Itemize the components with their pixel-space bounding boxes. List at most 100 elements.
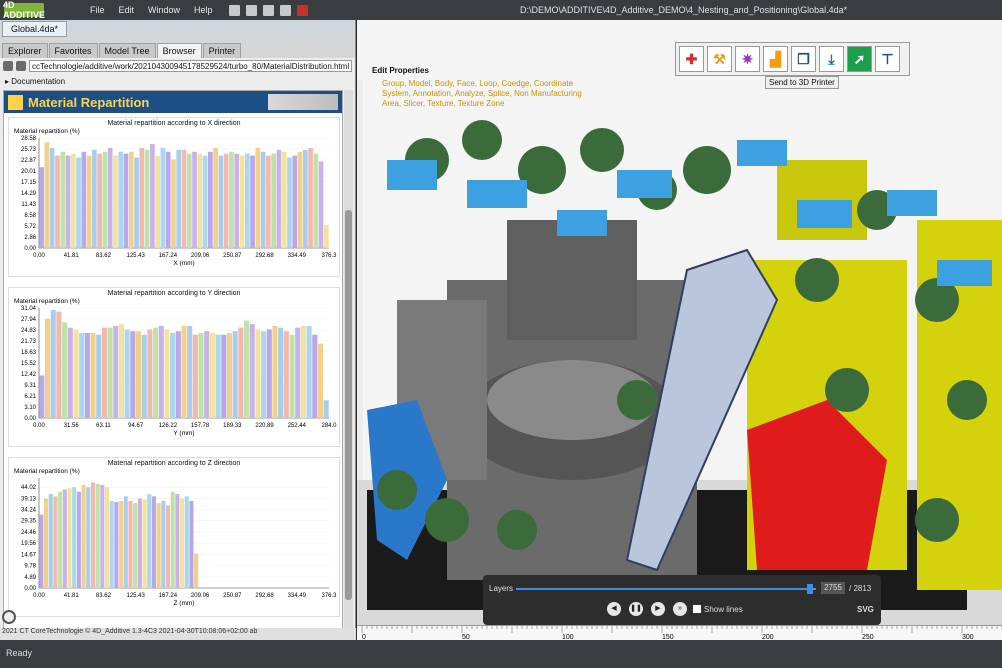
chart-z-svg: Material repartition (%) 0.00 4.89 9.78 14.6… (14, 468, 337, 607)
chart-y-ytick: 6.21 (24, 394, 36, 400)
save-as-icon[interactable] (279, 4, 291, 16)
chart-y-bar (238, 327, 244, 418)
chart-x-xtick: 125.43 (126, 253, 145, 259)
documentation-header[interactable]: ▸ Documentation (0, 74, 355, 88)
menu-file[interactable]: File (90, 5, 105, 15)
bar-chart-icon[interactable]: ▟ (763, 46, 788, 72)
chart-z-xtick: 209.06 (191, 593, 210, 599)
tab-browser[interactable]: Browser (156, 43, 202, 58)
left-panel: Global.4da* Explorer Favorites Model Tre… (0, 20, 356, 640)
layer-slider[interactable] (516, 584, 816, 594)
download-icon[interactable]: ⤓ (819, 46, 844, 72)
tab-model-tree[interactable]: Model Tree (98, 43, 156, 58)
chart-y-ytick: 31.04 (21, 306, 37, 312)
chart-x-bar (302, 149, 308, 248)
chart-z-ytick: 34.24 (21, 508, 37, 514)
star-icon[interactable]: ✷ (735, 46, 760, 72)
menu-bar: File Edit Window Help (90, 5, 213, 15)
chart-x-bar (266, 155, 271, 248)
chart-x-ylabel: Material repartition (%) (14, 128, 80, 135)
edit-properties-links[interactable]: Group, Model, Body, Face, Loop, Coedge, … (372, 79, 582, 109)
chart-x-xtick: 83.62 (96, 253, 112, 259)
chart-y-bar (272, 325, 278, 418)
open-icon[interactable] (245, 4, 257, 16)
chart-x-bar (81, 151, 87, 248)
layer-value-input[interactable]: 2755 (821, 582, 845, 594)
chart-x-bar (255, 147, 261, 248)
forward-icon[interactable] (16, 61, 26, 71)
close-file-icon[interactable] (296, 4, 308, 16)
wrench-icon[interactable]: ⚒ (707, 46, 732, 72)
build-plate-scene[interactable] (357, 100, 1002, 625)
chart-y-bar (56, 311, 62, 418)
doc-scrollbar[interactable] (344, 90, 353, 630)
chart-y-svg: Material repartition (%) 0.00 3.10 6.21 9.31… (14, 298, 337, 437)
chart-y-bar (187, 325, 193, 418)
chart-z-ytick: 29.35 (21, 519, 37, 525)
tab-printer[interactable]: Printer (202, 43, 242, 58)
chart-x-bar (39, 167, 44, 248)
chart-x-bar (186, 153, 192, 248)
chart-y-bar (244, 320, 250, 418)
search-icon[interactable] (2, 610, 16, 624)
chart-x-xtick: 209.06 (191, 253, 210, 259)
chart-y-bar (317, 343, 324, 418)
chart-z-ytick: 14.67 (21, 552, 37, 558)
chart-x-xtick: 292.68 (255, 253, 274, 259)
chart-x-bar (97, 153, 102, 248)
url-input[interactable]: ccTechnologie/additive/work/202104300945… (29, 60, 352, 72)
copy-icon[interactable]: ❐ (791, 46, 816, 72)
chart-x-bar (239, 155, 245, 248)
menu-edit[interactable]: Edit (119, 5, 135, 15)
fast-forward-icon[interactable]: » (673, 602, 687, 616)
document-tab[interactable]: Global.4da* (2, 21, 68, 37)
chart-z-bar (95, 483, 100, 588)
report-header: Material Repartition (4, 91, 342, 113)
chart-y-bar (153, 327, 159, 418)
layer-slider-handle[interactable] (807, 584, 813, 594)
chart-y-bar (249, 324, 255, 418)
chart-y-bar (255, 329, 261, 418)
chart-z-ytick: 9.78 (24, 564, 36, 570)
chart-z-ytick: 44.02 (21, 485, 37, 491)
menu-help[interactable]: Help (194, 5, 213, 15)
app-logo: 4D ADDITIVE (3, 0, 46, 20)
chart-z-bar (161, 500, 166, 588)
3d-viewport[interactable]: Edit Properties Group, Model, Body, Face… (357, 20, 1002, 640)
svg-export-button[interactable]: SVG (857, 605, 874, 614)
chart-x-bar (165, 151, 171, 248)
chart-y: Material repartition according to Y dire… (8, 287, 340, 447)
add-icon[interactable]: ✚ (679, 46, 704, 72)
play-icon[interactable]: ▶ (651, 602, 665, 616)
pause-icon[interactable]: ❚❚ (629, 602, 643, 616)
chart-z-ytick: 19.56 (21, 541, 37, 547)
chart-y-bar (84, 332, 90, 418)
chart-x-bar (107, 147, 113, 248)
back-icon[interactable] (3, 61, 13, 71)
menu-window[interactable]: Window (148, 5, 180, 15)
chart-x-ytick: 0.00 (24, 246, 36, 252)
tab-explorer[interactable]: Explorer (2, 43, 48, 58)
chart-x-bar (297, 151, 303, 248)
layer-total: / 2813 (849, 584, 872, 593)
chart-y-ytick: 21.73 (21, 339, 37, 345)
chart-y-bar (73, 329, 79, 418)
save-icon[interactable] (262, 4, 274, 16)
chart-z-ytick: 39.13 (21, 496, 37, 502)
chart-y-bar (283, 331, 289, 418)
pin-icon[interactable]: ⊤ (875, 46, 900, 72)
tab-favorites[interactable]: Favorites (48, 43, 98, 58)
show-lines-checkbox[interactable] (693, 605, 701, 613)
window-title-path: D:\DEMO\ADDITIVE\4D_Additive_DEMO\4_Nest… (520, 5, 848, 15)
chart-z-bar (175, 494, 180, 588)
chart-y-bar (39, 375, 45, 418)
open-folder-icon[interactable] (228, 4, 240, 16)
chart-x-bar (55, 155, 60, 248)
chart-x-svg: Material repartition (%) 0.00 2.86 5.72 8.58… (14, 128, 337, 267)
chart-y-xtick: 252.44 (288, 423, 307, 429)
scrollbar-thumb[interactable] (345, 210, 352, 600)
export-icon[interactable]: ➚ (847, 46, 872, 72)
chart-x-bar (176, 149, 182, 248)
chart-z-xtick: 125.43 (126, 593, 145, 599)
step-back-icon[interactable]: ◀ (607, 602, 621, 616)
